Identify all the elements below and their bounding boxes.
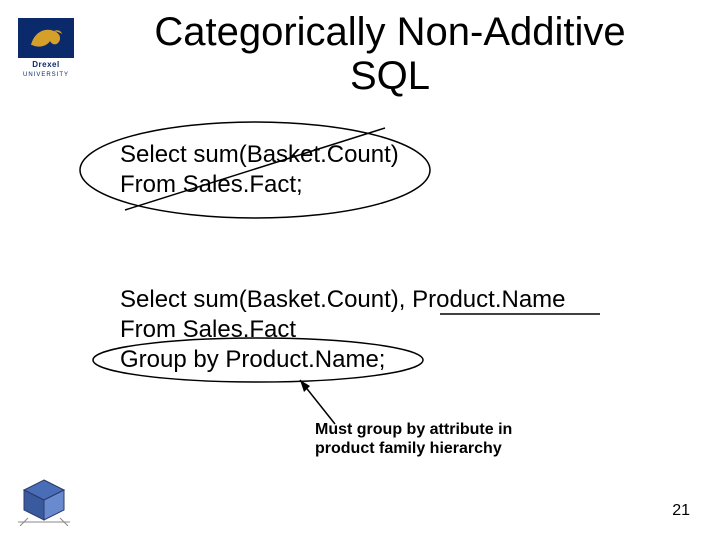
sql2-line3: Group by Product.Name; <box>120 345 566 375</box>
logo-emblem <box>18 18 74 58</box>
cube-icon <box>18 474 70 526</box>
sql2-line1: Select sum(Basket.Count), Product.Name <box>120 285 566 315</box>
annotation-line1: Must group by attribute in <box>315 420 575 439</box>
sql1-line1: Select sum(Basket.Count) <box>120 140 399 170</box>
annotation-line2: product family hierarchy <box>315 439 575 458</box>
slide: Drexel UNIVERSITY Categorically Non-Addi… <box>0 0 720 540</box>
dragon-icon <box>26 23 66 53</box>
sql1-line2: From Sales.Fact; <box>120 170 399 200</box>
page-number: 21 <box>672 502 690 520</box>
annotation-note: Must group by attribute in product famil… <box>315 420 575 458</box>
sql2-line2: From Sales.Fact <box>120 315 566 345</box>
sql-block-1: Select sum(Basket.Count) From Sales.Fact… <box>120 140 399 200</box>
logo-name: Drexel UNIVERSITY <box>18 60 74 78</box>
sql-block-2: Select sum(Basket.Count), Product.Name F… <box>120 285 566 375</box>
slide-title: Categorically Non-Additive SQL <box>110 10 670 98</box>
logo-university-text: UNIVERSITY <box>23 72 69 78</box>
university-logo: Drexel UNIVERSITY <box>18 18 74 74</box>
logo-name-text: Drexel <box>32 60 59 69</box>
